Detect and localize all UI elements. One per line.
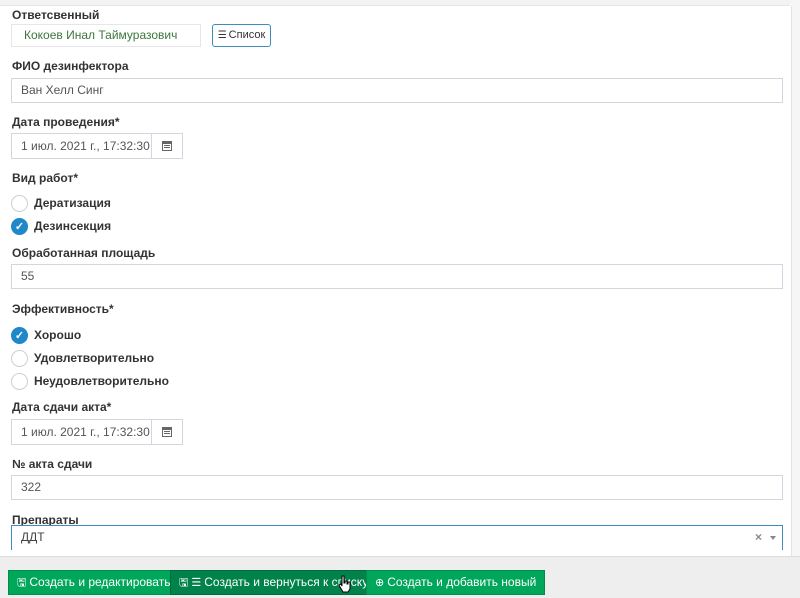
radio-good[interactable]: ✓ Хорошо [11, 326, 81, 344]
checkmark-icon: ✓ [11, 217, 28, 235]
chevron-down-icon[interactable] [770, 536, 776, 540]
list-icon: ☰ [191, 577, 202, 589]
area-label: Обработанная площадь [12, 246, 156, 260]
create-and-add-new-label: Создать и добавить новый [387, 575, 537, 589]
radio-label: Дератизация [34, 196, 111, 210]
create-and-edit-button[interactable]: 🖫 Создать и редактировать [8, 570, 180, 595]
list-button[interactable]: ☰ Список [212, 24, 271, 47]
date-held-picker-button[interactable] [151, 134, 182, 158]
list-button-label: Список [228, 29, 266, 41]
date-held-field[interactable]: 1 июл. 2021 г., 17:32:30 [11, 133, 183, 159]
efficiency-label: Эффективность* [12, 302, 114, 316]
act-date-label: Дата сдачи акта* [12, 400, 112, 414]
act-number-label: № акта сдачи [12, 457, 93, 471]
act-date-picker-button[interactable] [151, 420, 182, 444]
radio-unchecked-icon [11, 372, 28, 390]
create-and-edit-label: Создать и редактировать [29, 575, 171, 589]
radio-unchecked-icon [11, 194, 28, 212]
calendar-icon [162, 141, 172, 151]
date-held-input[interactable]: 1 июл. 2021 г., 17:32:30 [12, 134, 153, 158]
list-icon: ☰ [217, 30, 227, 41]
act-date-field[interactable]: 1 июл. 2021 г., 17:32:30 [11, 419, 183, 445]
form-panel: Ответсвенный Кокоев Инал Таймуразович ☰ С… [0, 6, 792, 556]
radio-deratization[interactable]: Дератизация [11, 194, 111, 212]
preparations-selected-value: ДДТ [21, 530, 45, 544]
save-icon: 🖫 [17, 577, 27, 589]
date-held-label: Дата проведения* [12, 115, 120, 129]
radio-label: Удовлетворительно [34, 351, 155, 365]
calendar-icon [162, 427, 172, 437]
radio-label: Хорошо [34, 328, 82, 342]
radio-label: Дезинсекция [34, 219, 112, 233]
plus-circle-icon: ⊕ [375, 577, 385, 589]
area-input[interactable]: 55 [11, 264, 783, 289]
save-icon: 🖫 [179, 577, 189, 589]
radio-unchecked-icon [11, 349, 28, 367]
hand-cursor-icon [338, 575, 351, 593]
form-footer: 🖫 Создать и редактировать 🖫 ☰ Создать и вер… [0, 556, 800, 598]
responsible-value: Кокоев Инал Таймуразович [11, 24, 201, 47]
checkmark-icon: ✓ [11, 326, 28, 344]
radio-disinsection[interactable]: ✓ Дезинсекция [11, 217, 111, 235]
create-and-add-new-button[interactable]: ⊕ Создать и добавить новый [366, 570, 546, 595]
work-type-label: Вид работ* [12, 171, 78, 185]
preparations-select[interactable]: ДДТ × [11, 525, 783, 550]
act-date-input[interactable]: 1 июл. 2021 г., 17:32:30 [12, 420, 153, 444]
radio-label: Неудовлетворительно [34, 374, 169, 388]
disinfector-input[interactable]: Ван Хелл Синг [11, 78, 783, 103]
act-number-input[interactable]: 322 [11, 475, 783, 500]
disinfector-label: ФИО дезинфектора [12, 59, 129, 73]
responsible-label: Ответсвенный [12, 8, 100, 22]
radio-unsatisfactory[interactable]: Неудовлетворительно [11, 372, 169, 390]
radio-satisfactory[interactable]: Удовлетворительно [11, 349, 154, 367]
clear-icon[interactable]: × [755, 526, 762, 549]
